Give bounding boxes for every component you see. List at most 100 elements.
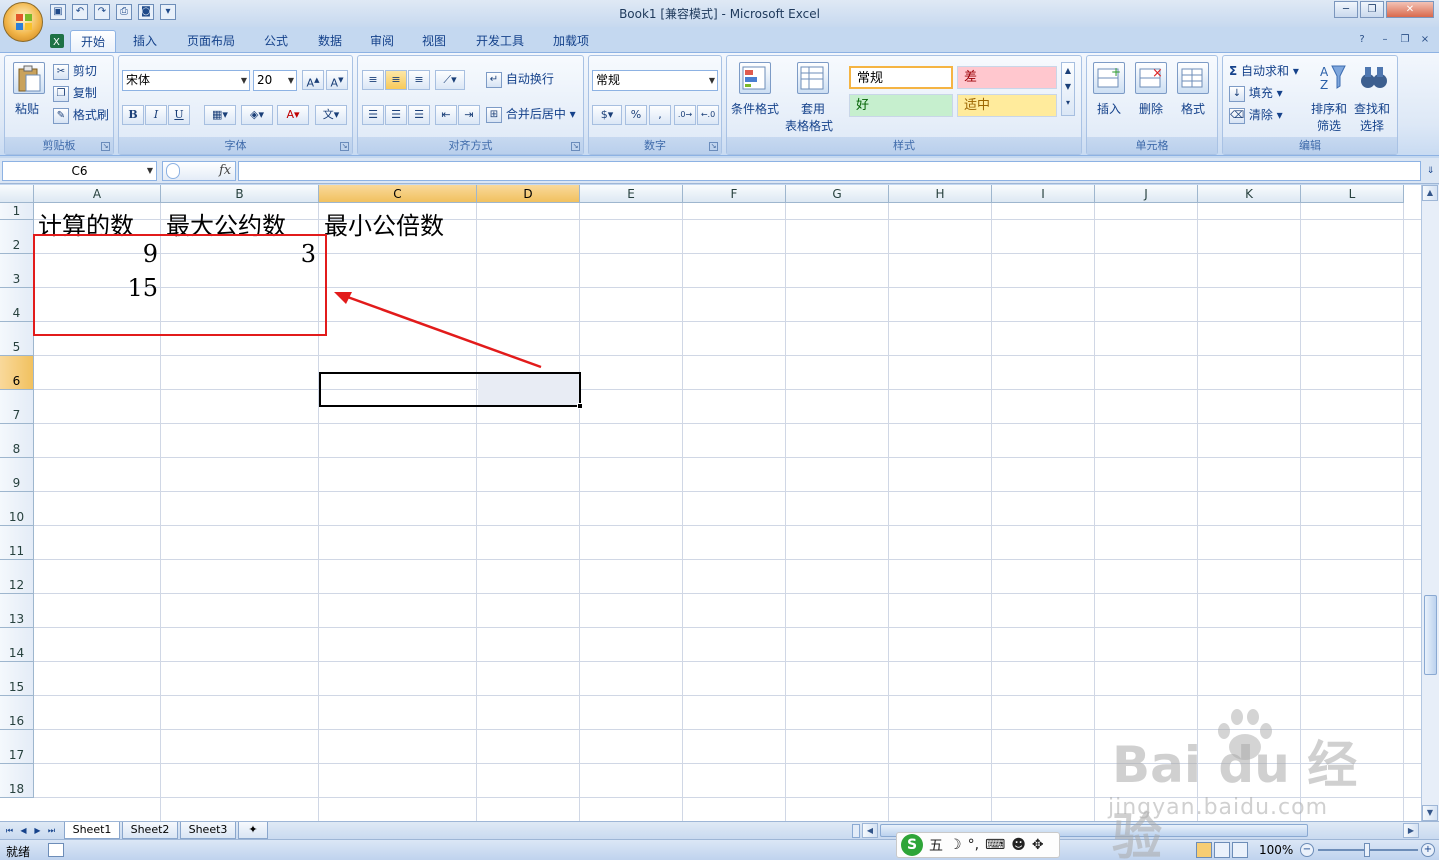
zoom-in-icon[interactable]: + <box>1421 843 1435 857</box>
user-icon[interactable]: ☻ <box>1011 837 1026 853</box>
tab-formulas[interactable]: 公式 <box>256 30 296 52</box>
format-button[interactable]: 格式 <box>1181 100 1205 117</box>
sort-filter-icon[interactable]: AZ <box>1317 62 1349 94</box>
decrease-indent-icon[interactable]: ⇤ <box>435 105 457 125</box>
row-header-14[interactable]: 14 <box>0 628 34 662</box>
tab-add-ins[interactable]: 加载项 <box>545 30 597 52</box>
tab-view[interactable]: 视图 <box>414 30 454 52</box>
tab-page-layout[interactable]: 页面布局 <box>180 30 242 52</box>
column-header-i[interactable]: I <box>992 185 1095 203</box>
column-header-c[interactable]: C <box>319 185 477 203</box>
delete-button[interactable]: 删除 <box>1139 100 1163 117</box>
insert-button[interactable]: 插入 <box>1097 100 1121 117</box>
expand-formula-icon[interactable]: ⇓ <box>1424 162 1437 180</box>
style-good[interactable]: 好 <box>849 94 953 117</box>
sheet-tab-2[interactable]: Sheet2 <box>122 822 178 839</box>
tab-split-handle[interactable] <box>852 824 860 838</box>
row-header-11[interactable]: 11 <box>0 526 34 560</box>
format-painter-button[interactable]: ✎ 格式刷 <box>53 106 109 124</box>
number-launcher-icon[interactable]: ↘ <box>709 142 718 151</box>
style-neutral[interactable]: 适中 <box>957 94 1057 117</box>
clear-button[interactable]: ⌫ 清除 ▾ <box>1229 106 1283 124</box>
paste-button[interactable]: 粘贴 <box>15 100 39 117</box>
scroll-right-icon[interactable]: ▶ <box>1403 823 1419 838</box>
tab-review[interactable]: 审阅 <box>362 30 402 52</box>
fill-button[interactable]: ↓ 填充 ▾ <box>1229 84 1283 102</box>
help-icon[interactable]: ? <box>1355 33 1369 47</box>
row-header-18[interactable]: 18 <box>0 764 34 798</box>
align-right-icon[interactable]: ☰ <box>408 105 430 125</box>
macro-record-icon[interactable] <box>48 843 64 857</box>
row-header-17[interactable]: 17 <box>0 730 34 764</box>
copy-button[interactable]: ❐ 复制 <box>53 84 97 102</box>
office-button[interactable] <box>3 2 43 42</box>
grow-font-icon[interactable]: A▲ <box>302 70 324 90</box>
row-header-6[interactable]: 6 <box>0 356 34 390</box>
name-box[interactable]: C6 ▼ <box>2 161 157 181</box>
row-header-13[interactable]: 13 <box>0 594 34 628</box>
align-center-icon[interactable]: ☰ <box>385 105 407 125</box>
conditional-format-button[interactable]: 条件格式 <box>731 100 779 117</box>
punctuation-icon[interactable]: °, <box>968 837 979 853</box>
paste-icon[interactable] <box>13 62 45 94</box>
tab-data[interactable]: 数据 <box>310 30 350 52</box>
format-cells-icon[interactable] <box>1177 62 1209 94</box>
first-sheet-icon[interactable]: ⏮ <box>4 824 15 837</box>
workbook-close-icon[interactable]: × <box>1418 33 1432 47</box>
column-header-j[interactable]: J <box>1095 185 1198 203</box>
find-select-label-2[interactable]: 选择 <box>1360 117 1384 134</box>
font-color-icon[interactable]: A▾ <box>277 105 309 125</box>
increase-indent-icon[interactable]: ⇥ <box>458 105 480 125</box>
row-header-16[interactable]: 16 <box>0 696 34 730</box>
format-as-table-icon[interactable] <box>797 62 829 94</box>
next-sheet-icon[interactable]: ▶ <box>32 824 43 837</box>
autosum-button[interactable]: Σ 自动求和 ▾ <box>1229 62 1299 79</box>
tab-insert[interactable]: 插入 <box>125 30 165 52</box>
fill-handle[interactable] <box>577 403 583 409</box>
row-header-8[interactable]: 8 <box>0 424 34 458</box>
ime-mode[interactable]: 五 <box>929 835 943 855</box>
currency-icon[interactable]: $▾ <box>592 105 622 125</box>
insert-cells-icon[interactable]: + <box>1093 62 1125 94</box>
sogou-logo-icon[interactable]: S <box>901 834 923 856</box>
row-header-4[interactable]: 4 <box>0 288 34 322</box>
row-header-15[interactable]: 15 <box>0 662 34 696</box>
align-middle-icon[interactable]: ≡ <box>385 70 407 90</box>
font-name-combo[interactable]: 宋体 ▼ <box>122 70 250 91</box>
cut-button[interactable]: ✂ 剪切 <box>53 62 97 80</box>
conditional-format-icon[interactable] <box>739 62 771 94</box>
row-header-1[interactable]: 1 <box>0 203 34 220</box>
insert-sheet-icon[interactable]: ✦ <box>238 822 268 839</box>
row-header-7[interactable]: 7 <box>0 390 34 424</box>
italic-button[interactable]: I <box>145 105 167 125</box>
fill-color-icon[interactable]: ◈▾ <box>241 105 273 125</box>
clipboard-launcher-icon[interactable]: ↘ <box>101 142 110 151</box>
bold-button[interactable]: B <box>122 105 144 125</box>
column-header-h[interactable]: H <box>889 185 992 203</box>
column-header-l[interactable]: L <box>1301 185 1404 203</box>
column-header-a[interactable]: A <box>34 185 161 203</box>
moon-icon[interactable]: ☽ <box>949 837 962 853</box>
column-header-b[interactable]: B <box>161 185 319 203</box>
scroll-left-icon[interactable]: ◀ <box>862 823 878 838</box>
delete-cells-icon[interactable]: × <box>1135 62 1167 94</box>
close-button[interactable]: ✕ <box>1386 1 1434 18</box>
align-left-icon[interactable]: ☰ <box>362 105 384 125</box>
row-header-12[interactable]: 12 <box>0 560 34 594</box>
align-top-icon[interactable]: ≡ <box>362 70 384 90</box>
cell-c1[interactable]: 最小公倍数 <box>324 206 444 241</box>
wrap-text-button[interactable]: ↵ 自动换行 <box>486 70 554 88</box>
format-as-table-label-1[interactable]: 套用 <box>801 100 825 117</box>
merge-center-button[interactable]: ⊞ 合并后居中 ▾ <box>486 105 576 123</box>
comma-button[interactable]: , <box>649 105 671 125</box>
binoculars-icon[interactable] <box>1359 62 1391 94</box>
style-normal[interactable]: 常规 <box>849 66 953 89</box>
keyboard-icon[interactable]: ⌨ <box>985 837 1005 853</box>
border-icon[interactable]: ▦▾ <box>204 105 236 125</box>
tab-home[interactable]: 开始 <box>70 30 116 52</box>
align-bottom-icon[interactable]: ≡ <box>408 70 430 90</box>
percent-button[interactable]: % <box>625 105 647 125</box>
style-bad[interactable]: 差 <box>957 66 1057 89</box>
formula-input[interactable] <box>238 161 1421 181</box>
font-size-combo[interactable]: 20 ▼ <box>253 70 297 91</box>
